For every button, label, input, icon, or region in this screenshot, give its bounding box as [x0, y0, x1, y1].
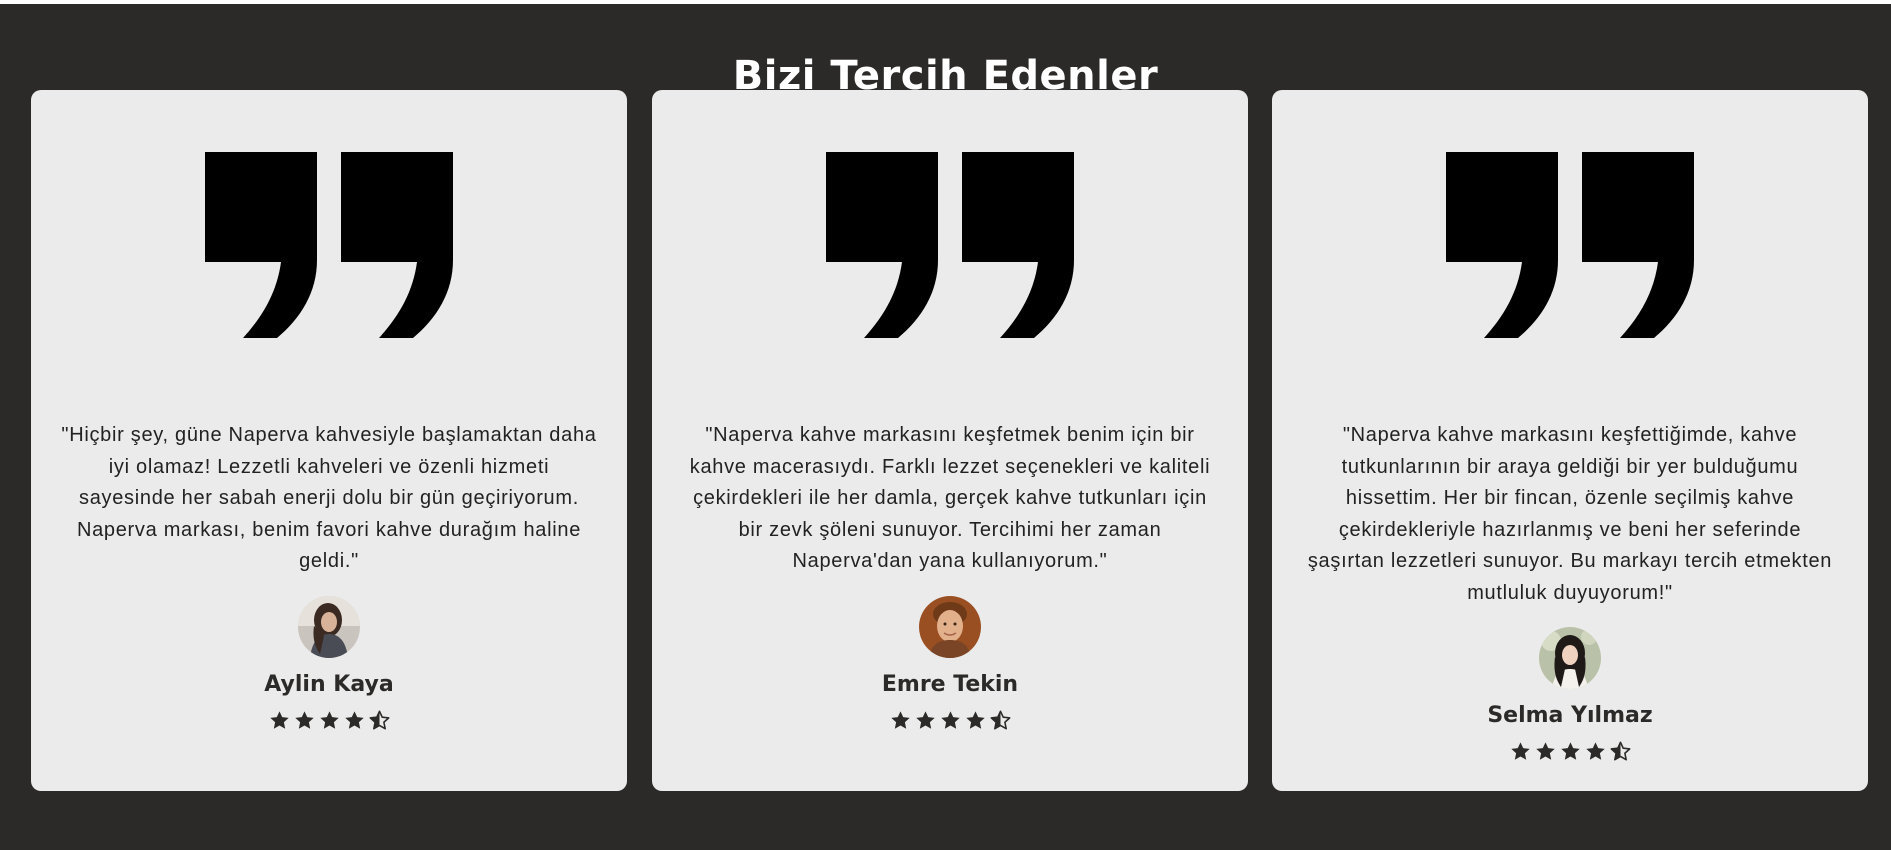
testimonial-text: "Naperva kahve markasını keşfetmek benim…	[689, 424, 1211, 572]
quote-icon	[205, 152, 453, 338]
star-icon	[1560, 742, 1580, 760]
star-icon	[1585, 742, 1605, 760]
star-half-icon	[1610, 741, 1630, 761]
testimonials-section: Bizi Tercih Edenler "Hiçbir şey, güne Na…	[0, 4, 1891, 850]
star-icon	[1535, 742, 1555, 760]
testimonial-card-emre: "Naperva kahve markasını keşfetmek benim…	[652, 90, 1248, 791]
testimonial-card-selma: "Naperva kahve markasını keşfettiğimde, …	[1272, 90, 1868, 791]
avatar	[919, 596, 981, 658]
testimonial-card-aylin: "Hiçbir şey, güne Naperva kahvesiyle baş…	[31, 90, 627, 791]
star-icon	[915, 711, 935, 729]
star-icon	[319, 711, 339, 729]
star-rating	[1272, 741, 1868, 762]
star-icon	[940, 711, 960, 729]
star-icon	[344, 711, 364, 729]
quote-icon	[1446, 152, 1694, 338]
star-icon	[294, 711, 314, 729]
testimonial-text: "Naperva kahve markasını keşfettiğimde, …	[1307, 424, 1833, 604]
quote-icon	[826, 152, 1074, 338]
star-icon	[1510, 742, 1530, 760]
author-name: Selma Yılmaz	[1487, 703, 1653, 728]
star-half-icon	[990, 710, 1010, 730]
author-name: Emre Tekin	[881, 672, 1019, 697]
star-icon	[965, 711, 985, 729]
star-half-icon	[369, 710, 389, 730]
star-rating	[31, 710, 627, 731]
avatar	[298, 596, 360, 658]
star-rating	[652, 710, 1248, 731]
avatar	[1539, 627, 1601, 689]
author-name: Aylin Kaya	[264, 672, 394, 697]
star-icon	[269, 711, 289, 729]
star-icon	[890, 711, 910, 729]
testimonial-text: "Hiçbir şey, güne Naperva kahvesiyle baş…	[61, 424, 597, 572]
